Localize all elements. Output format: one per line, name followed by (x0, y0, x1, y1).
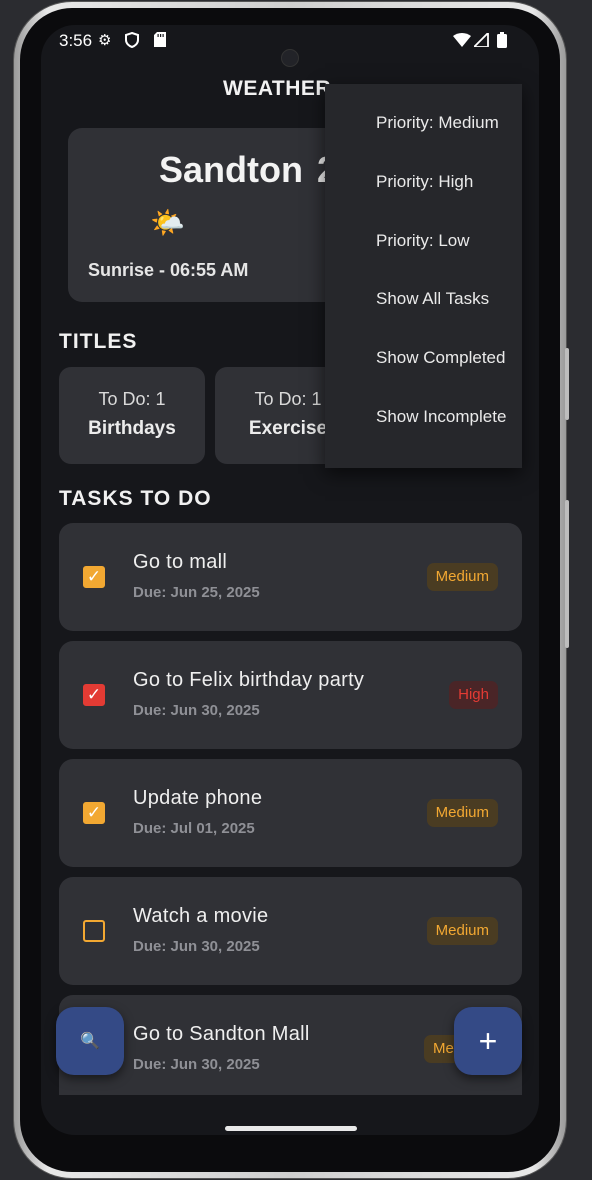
title-card-birthdays[interactable]: To Do: 1 Birthdays (59, 367, 205, 464)
task-due-date: Due: Jun 30, 2025 (133, 1056, 260, 1073)
task-card[interactable]: Watch a movie Due: Jun 30, 2025 Medium (59, 877, 522, 985)
priority-badge: Medium (426, 917, 498, 945)
task-checkbox[interactable] (83, 920, 105, 942)
search-button[interactable]: 🔍 (56, 1007, 124, 1075)
task-due-date: Due: Jun 30, 2025 (133, 938, 260, 955)
add-task-button[interactable]: + (454, 1007, 522, 1075)
filter-menu: Priority: Medium Priority: High Priority… (325, 84, 522, 468)
app-title: WEATHER (223, 77, 332, 100)
power-button (565, 348, 569, 420)
task-title: Go to Sandton Mall (133, 1023, 310, 1045)
settings-icon: ⚙ (98, 32, 112, 49)
priority-badge: Medium (426, 799, 498, 827)
title-card-name: Birthdays (88, 418, 176, 439)
wifi-icon (453, 33, 471, 52)
task-title: Watch a movie (133, 905, 269, 927)
task-checkbox[interactable]: ✓ (83, 684, 105, 706)
task-card[interactable]: ✓ Go to Felix birthday party Due: Jun 30… (59, 641, 522, 749)
menu-item-priority-high[interactable]: Priority: High (376, 172, 473, 192)
sd-card-icon (154, 32, 166, 52)
task-card[interactable]: Go to Sandton Mall Due: Jun 30, 2025 Me (59, 995, 522, 1095)
partly-sunny-icon: 🌤️ (150, 207, 185, 238)
status-time: 3:56 (59, 31, 93, 50)
shield-icon (125, 31, 139, 53)
task-checkbox[interactable]: ✓ (83, 566, 105, 588)
title-card-count: To Do: 1 (98, 389, 166, 409)
volume-button (565, 500, 569, 648)
signal-icon (471, 30, 489, 52)
sunrise-time: Sunrise - 06:55 AM (88, 260, 249, 280)
task-checkbox[interactable]: ✓ (83, 802, 105, 824)
home-indicator[interactable] (225, 1126, 357, 1131)
menu-item-show-incomplete[interactable]: Show Incomplete (376, 407, 506, 427)
weather-city: Sandton (159, 149, 303, 190)
task-title: Go to mall (133, 551, 228, 573)
plus-icon: + (478, 1023, 498, 1059)
priority-badge: Medium (426, 563, 498, 591)
battery-icon (497, 32, 507, 53)
task-title: Update phone (133, 787, 263, 809)
app-screen: 3:56 ⚙ WEATHER Sandton 2 🌤️ Sunrise - 06… (41, 25, 539, 1135)
task-card[interactable]: ✓ Update phone Due: Jul 01, 2025 Medium (59, 759, 522, 867)
menu-item-priority-medium[interactable]: Priority: Medium (376, 113, 499, 133)
menu-item-show-all[interactable]: Show All Tasks (376, 289, 489, 309)
search-icon: 🔍 (80, 1033, 100, 1050)
task-due-date: Due: Jun 25, 2025 (133, 584, 260, 601)
menu-item-show-completed[interactable]: Show Completed (376, 348, 505, 368)
menu-item-priority-low[interactable]: Priority: Low (376, 231, 470, 251)
titles-heading: TITLES (59, 330, 138, 353)
front-camera (281, 49, 299, 67)
task-due-date: Due: Jun 30, 2025 (133, 702, 260, 719)
task-title: Go to Felix birthday party (133, 669, 365, 691)
task-card[interactable]: ✓ Go to mall Due: Jun 25, 2025 Medium (59, 523, 522, 631)
tasks-heading: TASKS TO DO (59, 487, 212, 510)
task-due-date: Due: Jul 01, 2025 (133, 820, 255, 837)
priority-badge: High (449, 681, 498, 709)
